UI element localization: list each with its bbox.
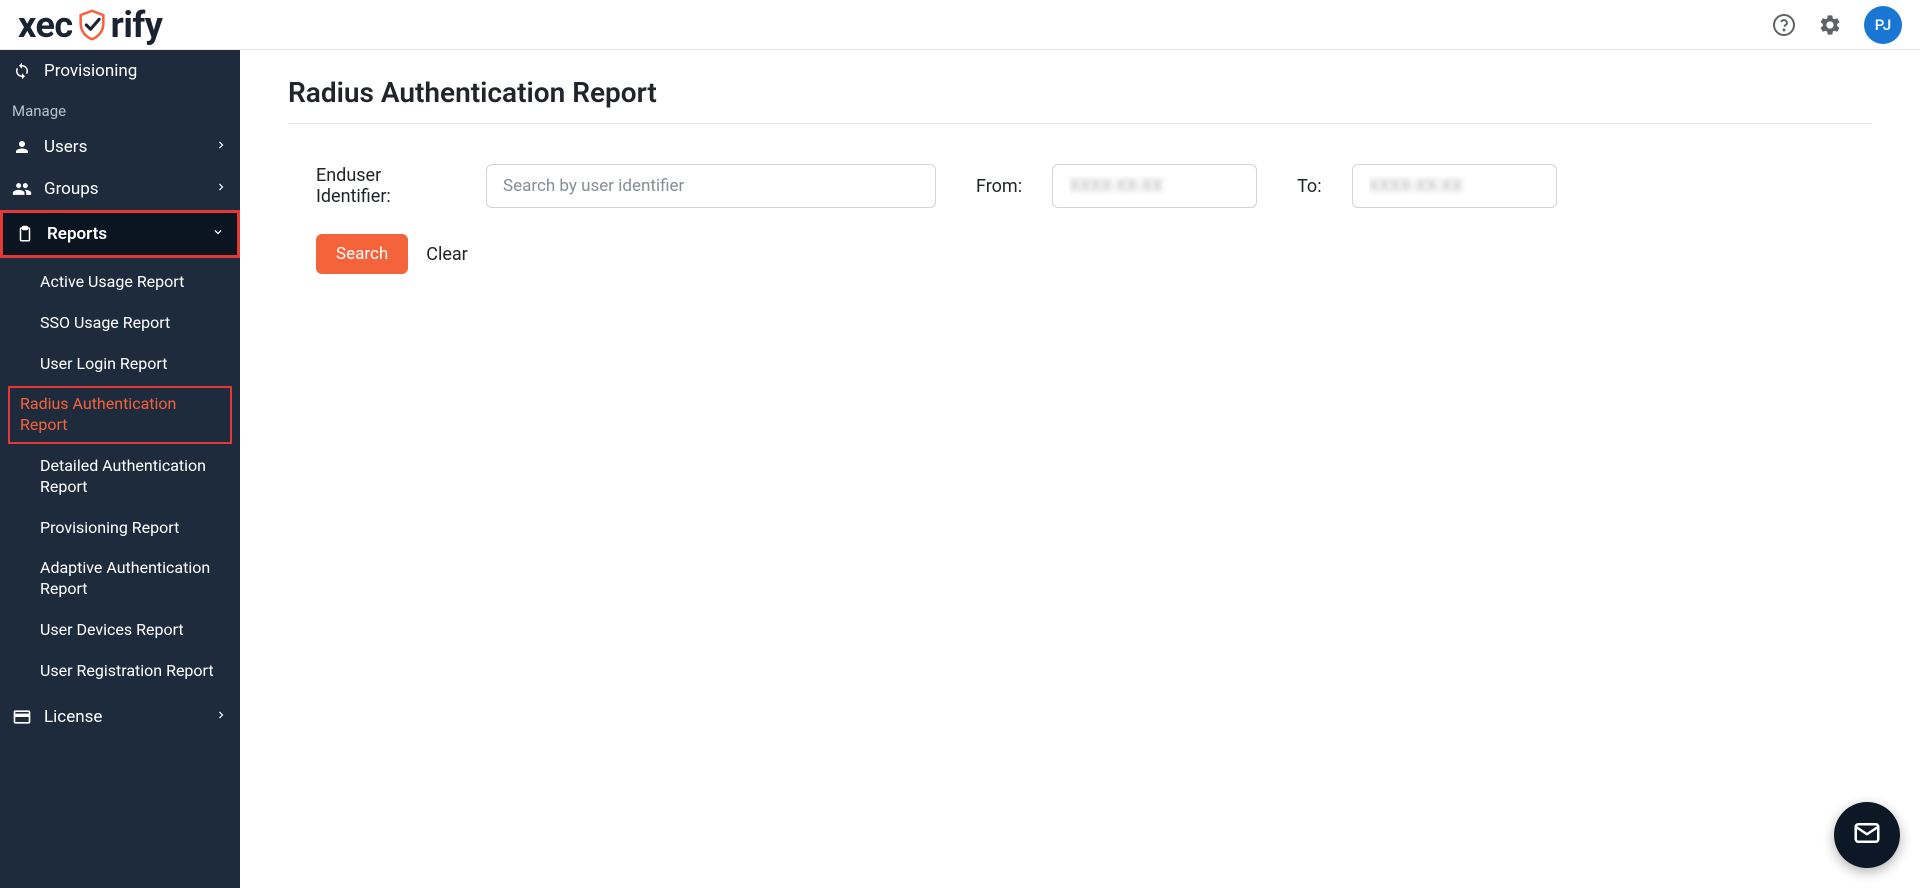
sidebar: Provisioning Manage Users Groups (0, 50, 240, 888)
to-date-input[interactable] (1352, 164, 1557, 208)
chevron-down-icon (211, 224, 225, 244)
brand-logo[interactable]: xec rify (18, 4, 162, 46)
avatar-initials: PJ (1875, 16, 1892, 34)
chevron-right-icon (214, 137, 228, 157)
logo-text-post: rify (111, 4, 163, 46)
chevron-right-icon (214, 707, 228, 727)
from-date-input[interactable] (1052, 164, 1257, 208)
chevron-right-icon (214, 179, 228, 199)
sidebar-subitem-user-login[interactable]: User Login Report (0, 344, 240, 385)
enduser-label: Enduser Identifier: (316, 165, 456, 207)
search-button[interactable]: Search (316, 234, 408, 274)
sidebar-subitem-radius-auth[interactable]: Radius Authentication Report (8, 386, 232, 444)
clear-button[interactable]: Clear (426, 244, 468, 265)
main-content: Radius Authentication Report Enduser Ide… (240, 50, 1920, 888)
sidebar-label: License (44, 707, 102, 727)
sidebar-label: Reports (47, 224, 107, 244)
sidebar-item-provisioning[interactable]: Provisioning (0, 50, 240, 92)
card-icon (12, 707, 32, 727)
groups-icon (12, 179, 32, 199)
sidebar-subitem-adaptive-auth[interactable]: Adaptive Authentication Report (0, 548, 240, 610)
sidebar-subitem-active-usage[interactable]: Active Usage Report (0, 262, 240, 303)
sidebar-subitem-user-registration[interactable]: User Registration Report (0, 651, 240, 692)
sidebar-subitem-detailed-auth[interactable]: Detailed Authentication Report (0, 446, 240, 508)
logo-text-pre: xec (18, 4, 73, 46)
avatar[interactable]: PJ (1864, 6, 1902, 44)
sidebar-label: Users (44, 137, 87, 157)
sidebar-subitem-provisioning-report[interactable]: Provisioning Report (0, 508, 240, 549)
mail-icon (1852, 818, 1882, 852)
from-label: From: (976, 176, 1022, 197)
user-icon (12, 138, 32, 156)
page-title: Radius Authentication Report (288, 76, 1872, 124)
sidebar-subitem-sso-usage[interactable]: SSO Usage Report (0, 303, 240, 344)
sidebar-label: Groups (44, 179, 99, 199)
sidebar-item-groups[interactable]: Groups (0, 168, 240, 210)
sidebar-item-reports[interactable]: Reports (0, 210, 240, 258)
sidebar-item-users[interactable]: Users (0, 126, 240, 168)
top-header: xec rify PJ (0, 0, 1920, 50)
to-label: To: (1297, 176, 1322, 197)
shield-check-icon (75, 8, 109, 42)
chat-fab[interactable] (1834, 802, 1900, 868)
header-actions: PJ (1772, 6, 1902, 44)
sync-icon (12, 62, 32, 80)
gear-icon[interactable] (1818, 13, 1842, 37)
button-row: Search Clear (288, 234, 1872, 274)
sidebar-label: Provisioning (44, 61, 137, 81)
sidebar-item-license[interactable]: License (0, 696, 240, 738)
sidebar-section-manage: Manage (0, 92, 240, 126)
enduser-identifier-input[interactable] (486, 164, 936, 208)
filter-row: Enduser Identifier: From: To: (288, 164, 1872, 208)
sidebar-subitem-user-devices[interactable]: User Devices Report (0, 610, 240, 651)
clipboard-icon (15, 225, 35, 243)
help-icon[interactable] (1772, 13, 1796, 37)
reports-submenu: Active Usage Report SSO Usage Report Use… (0, 258, 240, 696)
